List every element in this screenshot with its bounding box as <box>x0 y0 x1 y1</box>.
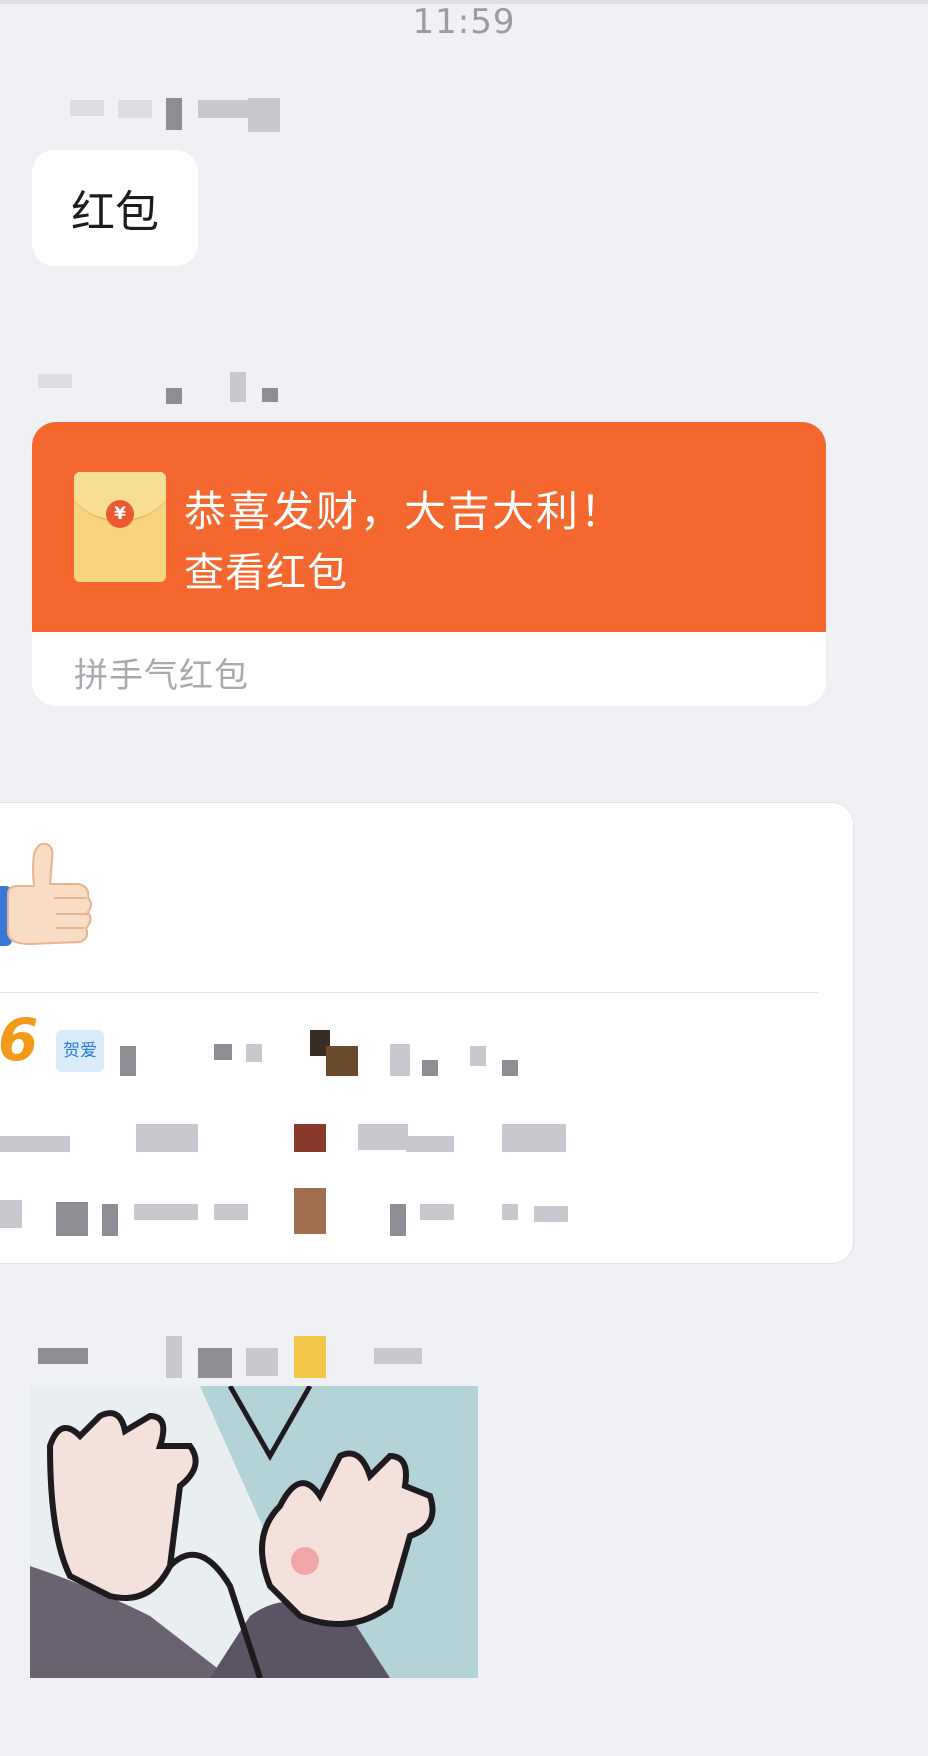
thumbs-up-emoji <box>0 836 96 958</box>
red-packet-card[interactable]: ¥ 恭喜发财，大吉大利！ 查看红包 拼手气红包 <box>32 422 826 706</box>
red-envelope-icon: ¥ <box>74 472 166 582</box>
rank-number: 6 <box>0 1006 39 1074</box>
ranking-card[interactable] <box>0 802 854 1264</box>
red-packet-action: 查看红包 <box>184 550 348 596</box>
cartoon-sticker-image[interactable] <box>30 1386 478 1678</box>
title-badge: 贺爱 <box>56 1030 104 1072</box>
chat-screen: 11:59 红包 ¥ 恭喜发财，大吉大利！ 查看红包 拼手气红包 6 贺爱 <box>0 0 928 1756</box>
card-divider <box>0 992 818 993</box>
text-message-bubble[interactable]: 红包 <box>32 150 198 266</box>
message-timestamp: 11:59 <box>412 2 516 42</box>
red-packet-type-label: 拼手气红包 <box>74 656 249 696</box>
currency-icon: ¥ <box>106 500 134 528</box>
red-packet-header[interactable]: ¥ 恭喜发财，大吉大利！ 查看红包 <box>32 422 826 632</box>
red-packet-greeting: 恭喜发财，大吉大利！ <box>184 487 625 536</box>
